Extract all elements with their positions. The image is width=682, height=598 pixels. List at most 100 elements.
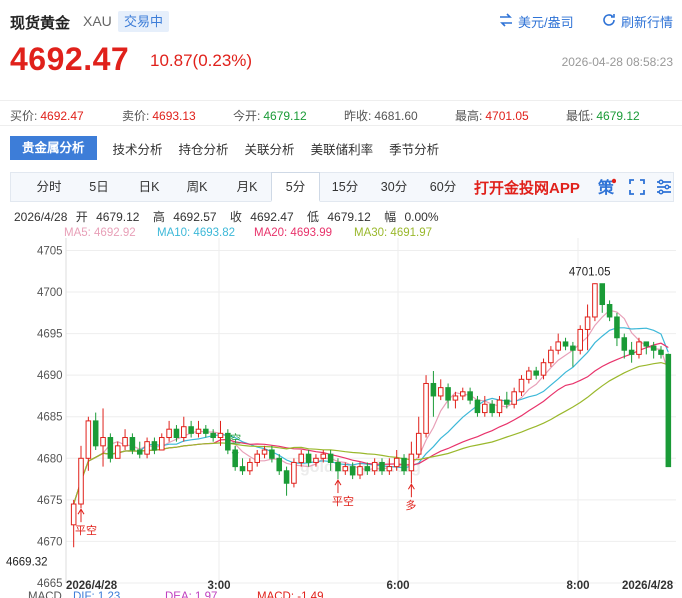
candlestick-chart[interactable]: MA5: 4692.92 MA10: 4693.82 MA20: 4693.99 MA… xyxy=(0,222,682,598)
macd-legend-1: DIF: 1.23 xyxy=(73,591,120,598)
y-tick-label: 4675 xyxy=(37,495,63,507)
candle-body xyxy=(533,370,539,376)
candle-body xyxy=(320,453,327,459)
y-tick-label: 4670 xyxy=(37,536,63,548)
x-tick-label: 2026/4/28 xyxy=(622,580,674,592)
candle-body xyxy=(144,441,150,455)
candle-body xyxy=(342,466,349,472)
candle-body xyxy=(70,503,77,526)
low-annotation: 4669.32 xyxy=(6,556,48,568)
candle-body xyxy=(291,461,297,484)
y-tick-label: 4685 xyxy=(37,412,63,424)
candle-body xyxy=(188,426,194,434)
period-daily[interactable]: 日K xyxy=(127,173,171,201)
period-15min[interactable]: 15分 xyxy=(324,173,366,201)
candle-body xyxy=(614,316,620,339)
refresh-icon xyxy=(601,12,617,31)
candle-body xyxy=(364,466,371,472)
candle-body xyxy=(599,283,606,306)
candle-body xyxy=(459,391,466,397)
period-30min[interactable]: 30分 xyxy=(372,173,416,201)
instrument-symbol: XAU xyxy=(83,13,112,29)
candle-body xyxy=(408,453,415,472)
tab-fed-rate[interactable]: 美联储利率 xyxy=(311,139,374,158)
candle-body xyxy=(658,349,664,355)
tab-positions[interactable]: 持仓分析 xyxy=(179,139,229,158)
low-stat: 最低: 4679.12 xyxy=(566,109,640,123)
candle-body xyxy=(166,428,172,439)
candle-body xyxy=(276,457,283,472)
candle-body xyxy=(540,362,547,376)
candle-body xyxy=(665,353,672,468)
trading-status-badge: 交易中 xyxy=(118,11,170,32)
prev-close-stat: 昨收: 4681.60 xyxy=(344,109,418,123)
y-tick-label: 4680 xyxy=(37,453,63,465)
fullscreen-icon[interactable] xyxy=(628,178,646,196)
candle-body xyxy=(504,399,510,405)
refresh-label: 刷新行情 xyxy=(621,15,674,30)
ma-legend-0: MA5: 4692.92 xyxy=(64,227,136,239)
price-change: 10.87(0.23%) xyxy=(150,51,253,70)
candle-body xyxy=(526,370,532,380)
high-annotation: 4701.05 xyxy=(569,266,611,278)
candle-body xyxy=(107,437,114,459)
period-monthly[interactable]: 月K xyxy=(225,173,269,201)
candle-body xyxy=(467,391,473,401)
x-tick-label: 6:00 xyxy=(386,580,409,592)
candle-body xyxy=(518,378,525,393)
candle-body xyxy=(379,461,385,472)
candle-body xyxy=(474,399,481,414)
candle-body xyxy=(562,341,569,347)
candle-body xyxy=(195,428,202,434)
signal-label-2: 平空 xyxy=(75,523,97,537)
candle-body xyxy=(181,426,187,439)
ma-line-10 xyxy=(73,327,669,505)
candle-body xyxy=(151,441,158,451)
period-5day[interactable]: 5日 xyxy=(77,173,121,201)
candle-body xyxy=(423,382,429,434)
candle-body xyxy=(430,382,437,397)
candle-body xyxy=(357,466,363,476)
candle-body xyxy=(643,341,650,347)
tab-correlation[interactable]: 关联分析 xyxy=(245,139,295,158)
exchange-icon xyxy=(498,12,514,31)
candle-body xyxy=(606,304,613,318)
refresh-button[interactable]: 刷新行情 xyxy=(601,12,673,31)
macd-legend-2: DEA: 1.97 xyxy=(165,591,217,598)
candle-body xyxy=(217,432,224,439)
candle-body xyxy=(173,428,180,439)
tab-precious-metals[interactable]: 贵金属分析 xyxy=(10,136,97,160)
tab-seasonal[interactable]: 季节分析 xyxy=(389,139,439,158)
ask-stat: 卖价: 4693.13 xyxy=(122,109,196,123)
settings-icon[interactable] xyxy=(655,178,673,196)
candle-body xyxy=(548,349,554,364)
candle-body xyxy=(92,420,99,447)
y-tick-label: 4695 xyxy=(37,329,63,341)
period-intraday[interactable]: 分时 xyxy=(27,173,71,201)
y-tick-label: 4705 xyxy=(37,245,63,257)
candle-body xyxy=(158,437,165,451)
candle-body xyxy=(298,453,305,463)
candle-body xyxy=(445,387,451,401)
strategy-icon[interactable]: 策 xyxy=(597,178,617,197)
currency-unit-button[interactable]: 美元/盎司 xyxy=(498,12,574,31)
candle-body xyxy=(327,453,334,463)
high-stat: 最高: 4701.05 xyxy=(455,109,529,123)
period-60min[interactable]: 60分 xyxy=(421,173,465,201)
open-app-link[interactable]: 打开金投网APP xyxy=(474,177,580,198)
candle-body xyxy=(261,449,268,455)
candle-body xyxy=(401,457,407,472)
candle-body xyxy=(584,316,591,330)
period-5min[interactable]: 5分 xyxy=(271,172,320,202)
candle-body xyxy=(254,453,260,463)
candle-body xyxy=(78,457,84,505)
tab-technical[interactable]: 技术分析 xyxy=(113,139,163,158)
ma-line-30 xyxy=(73,361,669,505)
y-tick-label: 4665 xyxy=(37,578,63,590)
candle-body xyxy=(621,337,628,351)
quote-timestamp: 2026-04-28 08:58:23 xyxy=(561,55,673,69)
period-weekly[interactable]: 周K xyxy=(175,173,219,201)
candle-body xyxy=(100,437,106,447)
signal-label-4: 平空 xyxy=(332,494,354,508)
candle-body xyxy=(129,437,136,451)
